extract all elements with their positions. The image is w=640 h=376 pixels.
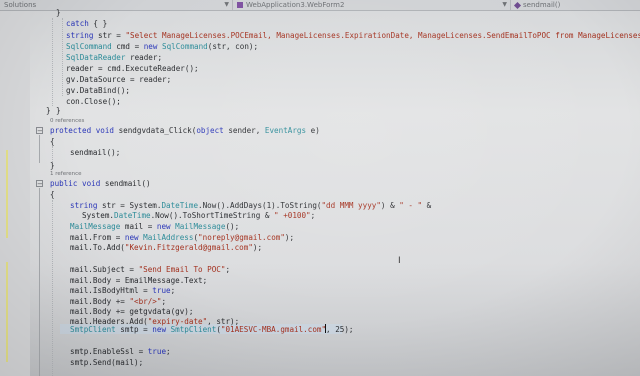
- code-line: public void sendmail(): [50, 179, 151, 188]
- code-line: {: [50, 190, 55, 199]
- code-line: SmtpClient smtp = new SmtpClient("01AESV…: [70, 324, 354, 334]
- code-line: protected void sendgvdata_Click(object s…: [50, 126, 320, 135]
- code-line: gv.DataBind();: [66, 86, 131, 95]
- code-line: smtp.Send(mail);: [70, 358, 144, 367]
- code-line: mail.To.Add("Kevin.Fitzgerald@gmail.com"…: [70, 243, 263, 252]
- code-line: smtp.EnableSsl = true;: [70, 347, 171, 356]
- code-editor-screen: Solutions ▼ WebApplication3.WebForm2 ▼ s…: [0, 0, 640, 376]
- code-line: }: [56, 106, 61, 115]
- code-line: string str = "Select ManageLicenses.POCE…: [66, 31, 640, 40]
- code-line: SqlDataReader reader;: [66, 53, 163, 62]
- code-area[interactable]: } catch { } string str = "Select ManageL…: [0, 0, 640, 376]
- code-line: System.DateTime.Now().ToShortTimeString …: [82, 211, 316, 220]
- code-line: mail.IsBodyHtml = true;: [70, 286, 176, 295]
- code-line: }: [56, 8, 61, 17]
- code-line: gv.DataSource = reader;: [66, 75, 172, 84]
- code-line: SqlCommand cmd = new SqlCommand(str, con…: [66, 42, 259, 51]
- code-line: }: [46, 106, 51, 115]
- code-line: con.Close();: [66, 97, 121, 106]
- code-line: catch { }: [66, 19, 108, 28]
- code-line: {: [50, 137, 55, 146]
- code-line: mail.Subject = "Send Email To POC";: [70, 265, 231, 274]
- codelens-references[interactable]: 0 references: [50, 117, 84, 125]
- i-beam-cursor-icon: I: [398, 256, 401, 266]
- code-line: MailMessage mail = new MailMessage();: [70, 222, 240, 231]
- code-line: reader = cmd.ExecuteReader();: [66, 64, 199, 73]
- code-line: sendmail();: [70, 148, 121, 157]
- codelens-references[interactable]: 1 reference: [50, 170, 82, 178]
